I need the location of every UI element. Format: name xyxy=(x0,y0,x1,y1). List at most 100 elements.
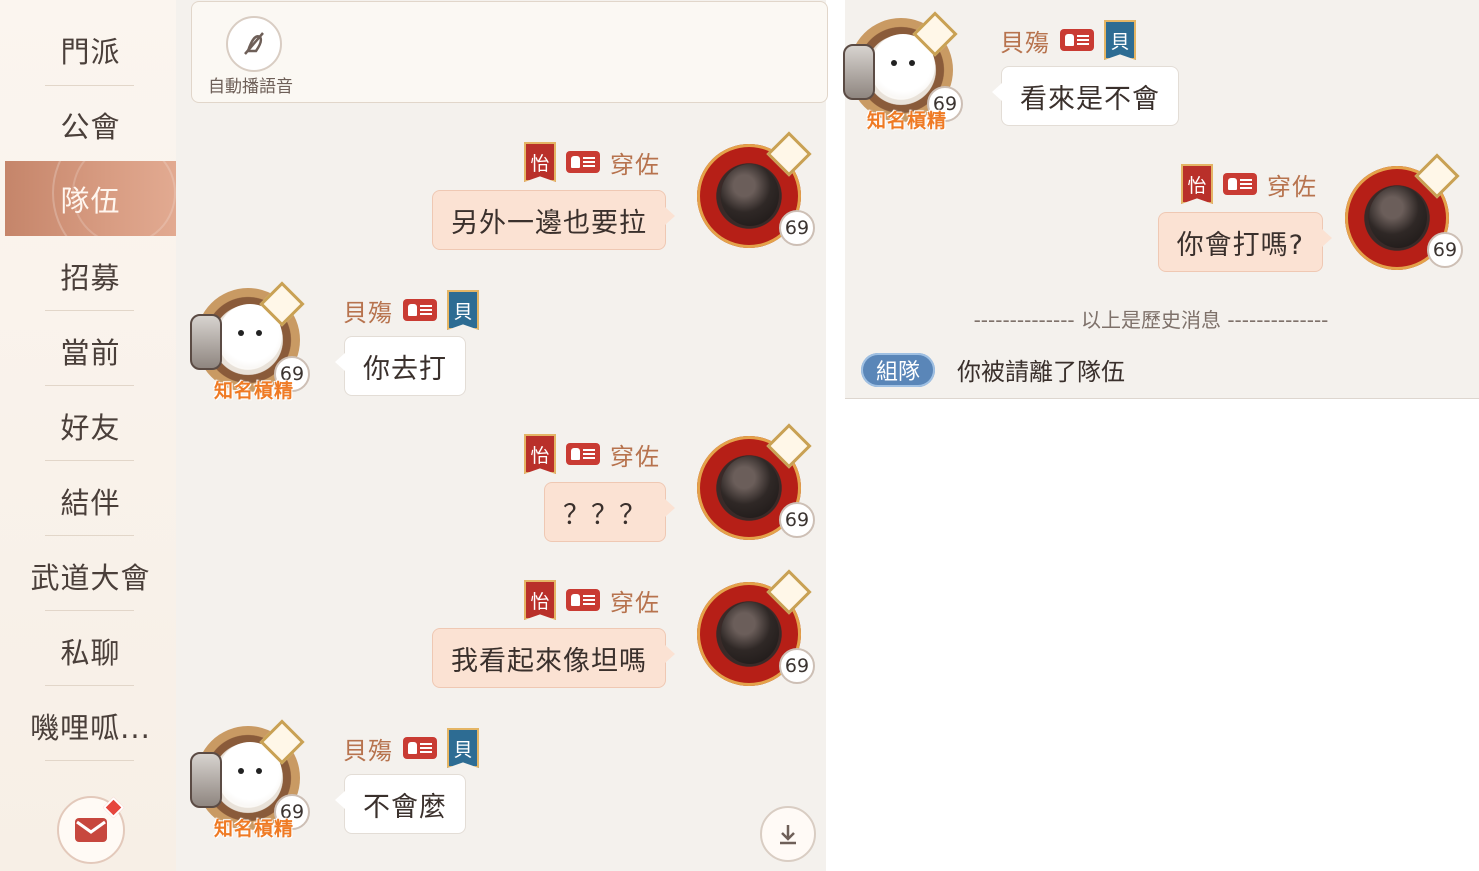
profile-card-icon[interactable] xyxy=(403,299,437,321)
sender-name[interactable]: 貝殤 xyxy=(1000,23,1050,58)
tab-current[interactable]: 當前 xyxy=(5,313,176,388)
notification-dot xyxy=(102,796,125,819)
tab-partner[interactable]: 結伴 xyxy=(5,463,176,538)
divider xyxy=(45,535,134,536)
team-chat-panel: 自動播語音 69 怡 穿佐 另外一邊也要拉 69 知名槓精 貝殤 貝 你去打 6… xyxy=(176,0,828,871)
sect-tag: 貝 xyxy=(447,728,479,768)
system-message-text: 你被請離了隊伍 xyxy=(957,358,1125,386)
sender-name[interactable]: 穿佐 xyxy=(1267,167,1317,202)
sender-row: 貝殤 貝 xyxy=(343,290,479,330)
divider xyxy=(45,385,134,386)
channel-badge: 組隊 xyxy=(861,352,935,387)
profile-card-icon[interactable] xyxy=(403,737,437,759)
tab-tournament[interactable]: 武道大會 xyxy=(5,538,176,613)
message-bubble[interactable]: ？？？ xyxy=(544,482,675,542)
avatar-portrait xyxy=(721,456,779,518)
rank-crest-icon xyxy=(1414,153,1460,199)
divider xyxy=(45,610,134,611)
tab-label: 好友 xyxy=(60,410,121,445)
title-badge: 知名槓精 xyxy=(214,380,295,402)
tab-label: 結伴 xyxy=(60,485,121,520)
sect-tag: 怡 xyxy=(1181,164,1213,204)
sender-row: 貝殤 貝 xyxy=(1000,20,1136,60)
sender-name[interactable]: 穿佐 xyxy=(610,437,660,472)
sender-row: 怡 穿佐 xyxy=(524,580,660,620)
rank-crest-icon xyxy=(766,423,812,469)
other-avatar[interactable]: 69 知名槓精 xyxy=(190,719,310,840)
message-bubble[interactable]: 看來是不會 xyxy=(992,66,1179,126)
tab-label: 嘰哩呱... xyxy=(30,710,151,745)
message-bubble[interactable]: 你會打嗎? xyxy=(1157,212,1333,272)
my-avatar[interactable]: 69 xyxy=(697,131,815,248)
message-bubble[interactable]: 我看起來像坦嗎 xyxy=(432,628,675,688)
mask-ornament-icon xyxy=(190,752,222,808)
sect-tag: 怡 xyxy=(524,142,556,182)
rank-crest-icon xyxy=(766,131,812,177)
tab-chatter[interactable]: 嘰哩呱... xyxy=(5,688,176,763)
my-avatar[interactable]: 69 xyxy=(1345,153,1463,270)
level-badge: 69 xyxy=(1427,232,1463,268)
my-avatar[interactable]: 69 xyxy=(697,569,815,686)
message-bubble[interactable]: 另外一邊也要拉 xyxy=(432,190,675,250)
tab-recruit[interactable]: 招募 xyxy=(5,238,176,313)
avatar-portrait xyxy=(721,602,779,664)
sender-row: 怡 穿佐 xyxy=(1181,164,1317,204)
divider xyxy=(45,310,134,311)
tab-label: 招募 xyxy=(60,260,121,295)
tab-label: 門派 xyxy=(60,34,121,69)
sect-tag: 貝 xyxy=(447,290,479,330)
divider xyxy=(45,460,134,461)
auto-voice-label: 自動播語音 xyxy=(208,77,293,97)
profile-card-icon[interactable] xyxy=(566,589,600,611)
avatar-portrait xyxy=(1369,186,1427,248)
mask-ornament-icon xyxy=(190,314,222,370)
title-badge: 知名槓精 xyxy=(867,110,948,132)
system-message: 組隊 你被請離了隊伍 xyxy=(861,352,1125,387)
arrow-down-icon xyxy=(780,825,796,845)
sender-name[interactable]: 貝殤 xyxy=(343,293,393,328)
title-badge: 知名槓精 xyxy=(214,818,295,840)
mail-icon xyxy=(75,818,107,842)
level-badge: 69 xyxy=(779,210,815,246)
divider xyxy=(45,760,134,761)
profile-card-icon[interactable] xyxy=(1223,173,1257,195)
tab-private-chat[interactable]: 私聊 xyxy=(5,613,176,688)
sect-tag: 怡 xyxy=(524,580,556,620)
team-chat-panel-continued: 69 知名槓精 貝殤 貝 看來是不會 69 怡 穿佐 你會打嗎? -------… xyxy=(843,0,1479,399)
tab-label: 武道大會 xyxy=(30,560,151,595)
divider xyxy=(45,85,134,86)
history-separator: -------------- 以上是歷史消息 -------------- xyxy=(973,308,1329,332)
sender-name[interactable]: 穿佐 xyxy=(610,145,660,180)
profile-card-icon[interactable] xyxy=(566,151,600,173)
tab-label: 私聊 xyxy=(60,635,121,670)
auto-voice-button[interactable] xyxy=(226,16,282,72)
sender-row: 貝殤 貝 xyxy=(343,728,479,768)
tab-friends[interactable]: 好友 xyxy=(5,388,176,463)
tab-label: 當前 xyxy=(60,335,121,370)
tab-team[interactable]: 隊伍 xyxy=(5,161,176,236)
profile-card-icon[interactable] xyxy=(1060,29,1094,51)
sect-tag: 怡 xyxy=(524,434,556,474)
channel-sidebar: 門派 公會 隊伍 招募 當前 好友 結伴 武道大會 私聊 嘰哩呱... xyxy=(0,0,177,871)
other-avatar[interactable]: 69 知名槓精 xyxy=(190,281,310,402)
sender-name[interactable]: 貝殤 xyxy=(343,731,393,766)
sender-row: 怡 穿佐 xyxy=(524,434,660,474)
rank-crest-icon xyxy=(766,569,812,615)
level-badge: 69 xyxy=(779,648,815,684)
other-avatar[interactable]: 69 知名槓精 xyxy=(843,11,963,132)
chat-toolbar: 自動播語音 xyxy=(191,1,828,103)
message-bubble[interactable]: 不會麼 xyxy=(335,774,466,834)
avatar-portrait xyxy=(721,164,779,226)
mail-button[interactable] xyxy=(57,796,125,864)
profile-card-icon[interactable] xyxy=(566,443,600,465)
mask-ornament-icon xyxy=(843,44,875,100)
tab-guild[interactable]: 公會 xyxy=(5,87,176,162)
scroll-to-bottom-button[interactable] xyxy=(760,806,816,862)
message-bubble[interactable]: 你去打 xyxy=(335,336,466,396)
tab-sect[interactable]: 門派 xyxy=(5,12,176,87)
my-avatar[interactable]: 69 xyxy=(697,423,815,540)
tab-label: 隊伍 xyxy=(60,183,121,218)
mute-voice-icon xyxy=(244,32,264,55)
sect-tag: 貝 xyxy=(1104,20,1136,60)
sender-name[interactable]: 穿佐 xyxy=(610,583,660,618)
